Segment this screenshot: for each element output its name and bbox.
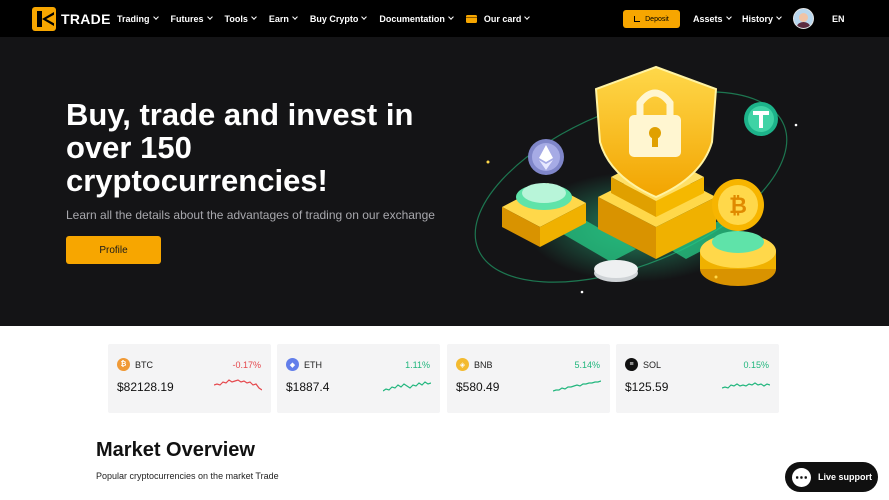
deposit-label: Deposit bbox=[645, 15, 669, 23]
ticker-price: $125.59 bbox=[625, 380, 669, 394]
ticker-symbol: ETH bbox=[304, 360, 322, 370]
profile-button[interactable]: Profile bbox=[66, 236, 161, 264]
chevron-down-icon bbox=[251, 14, 257, 20]
chevron-down-icon bbox=[725, 14, 732, 20]
nav-our-card-label: Our card bbox=[483, 13, 522, 24]
ticker-symbol: SOL bbox=[643, 360, 662, 370]
chevron-down-icon bbox=[776, 14, 782, 20]
ticker-price: $82128.19 bbox=[117, 380, 174, 394]
sparkline-chart bbox=[722, 382, 770, 389]
sparkline-chart bbox=[383, 381, 431, 392]
svg-text:₿: ₿ bbox=[729, 194, 747, 219]
chevron-down-icon bbox=[206, 14, 213, 20]
ticker-change: 0.15% bbox=[743, 360, 769, 370]
crypto-security-illustration: ₿ bbox=[474, 65, 798, 294]
ticker-price: $580.49 bbox=[456, 380, 500, 394]
card-icon bbox=[465, 14, 477, 23]
top-navbar: TRADE Trading Futures Tools Earn Buy Cry… bbox=[0, 0, 889, 37]
nav-tools-label: Tools bbox=[224, 13, 248, 24]
bnb-icon: ◈ bbox=[456, 358, 469, 371]
nav-futures-label: Futures bbox=[170, 13, 204, 24]
main-menu: Trading Futures Tools Earn Buy Crypto Do… bbox=[117, 0, 542, 37]
market-overview-subtitle: Popular cryptocurrencies on the market T… bbox=[96, 471, 279, 481]
nav-assets-label: Assets bbox=[693, 13, 723, 24]
deposit-button[interactable]: Deposit bbox=[623, 10, 680, 28]
hero-subtitle: Learn all the details about the advantag… bbox=[66, 208, 435, 222]
ticker-change: 5.14% bbox=[574, 360, 600, 370]
nav-buy-crypto[interactable]: Buy Crypto bbox=[309, 13, 368, 24]
nav-earn[interactable]: Earn bbox=[268, 13, 298, 24]
ticker-card-sol[interactable]: ≡ SOL 0.15% $125.59 bbox=[616, 344, 779, 413]
brand-logo[interactable]: TRADE bbox=[32, 7, 111, 31]
live-support-label: Live support bbox=[818, 472, 873, 482]
language-selector[interactable]: EN bbox=[832, 0, 845, 37]
chevron-down-icon bbox=[361, 14, 368, 20]
ticker-card-eth[interactable]: ◆ ETH 1.11% $1887.4 bbox=[277, 344, 440, 413]
nav-buy-crypto-label: Buy Crypto bbox=[309, 13, 359, 24]
nav-assets[interactable]: Assets bbox=[693, 0, 732, 37]
download-icon bbox=[634, 16, 641, 22]
ticker-strip: ₿ BTC -0.17% $82128.19 ◆ ETH 1.11% $1887… bbox=[108, 344, 780, 413]
nav-trading[interactable]: Trading bbox=[117, 13, 159, 24]
nav-history-label: History bbox=[742, 13, 774, 24]
sparkline-chart bbox=[553, 380, 601, 392]
nav-documentation[interactable]: Documentation bbox=[379, 13, 454, 24]
logo-icon bbox=[32, 7, 56, 31]
hero-title: Buy, trade and invest in over 150 crypto… bbox=[66, 97, 414, 198]
logo-text: TRADE bbox=[61, 11, 111, 27]
chevron-down-icon bbox=[292, 14, 298, 20]
chat-bubble-icon bbox=[792, 467, 811, 487]
nav-documentation-label: Documentation bbox=[379, 13, 445, 24]
ticker-symbol: BTC bbox=[135, 360, 153, 370]
nav-our-card[interactable]: Our card bbox=[465, 13, 531, 24]
ticker-change: 1.11% bbox=[405, 360, 430, 370]
nav-futures[interactable]: Futures bbox=[170, 13, 213, 24]
chevron-down-icon bbox=[448, 14, 454, 20]
chevron-down-icon bbox=[524, 14, 531, 20]
nav-earn-label: Earn bbox=[268, 13, 289, 24]
ticker-change: -0.17% bbox=[232, 360, 261, 370]
ticker-card-btc[interactable]: ₿ BTC -0.17% $82128.19 bbox=[108, 344, 271, 413]
bitcoin-icon: ₿ bbox=[117, 358, 130, 371]
ticker-symbol: BNB bbox=[474, 360, 493, 370]
hero-section: Buy, trade and invest in over 150 crypto… bbox=[0, 37, 889, 326]
market-overview-title: Market Overview bbox=[96, 439, 255, 461]
nav-history[interactable]: History bbox=[742, 0, 782, 37]
solana-icon: ≡ bbox=[625, 358, 638, 371]
ticker-price: $1887.4 bbox=[286, 380, 330, 394]
ethereum-icon: ◆ bbox=[286, 358, 299, 371]
chevron-down-icon bbox=[152, 14, 159, 20]
nav-tools[interactable]: Tools bbox=[224, 13, 257, 24]
language-label: EN bbox=[832, 13, 845, 24]
sparkline-chart bbox=[214, 379, 262, 391]
ticker-card-bnb[interactable]: ◈ BNB 5.14% $580.49 bbox=[447, 344, 610, 413]
user-avatar[interactable] bbox=[793, 8, 814, 29]
nav-trading-label: Trading bbox=[117, 13, 150, 24]
live-support-button[interactable]: Live support bbox=[785, 462, 878, 492]
